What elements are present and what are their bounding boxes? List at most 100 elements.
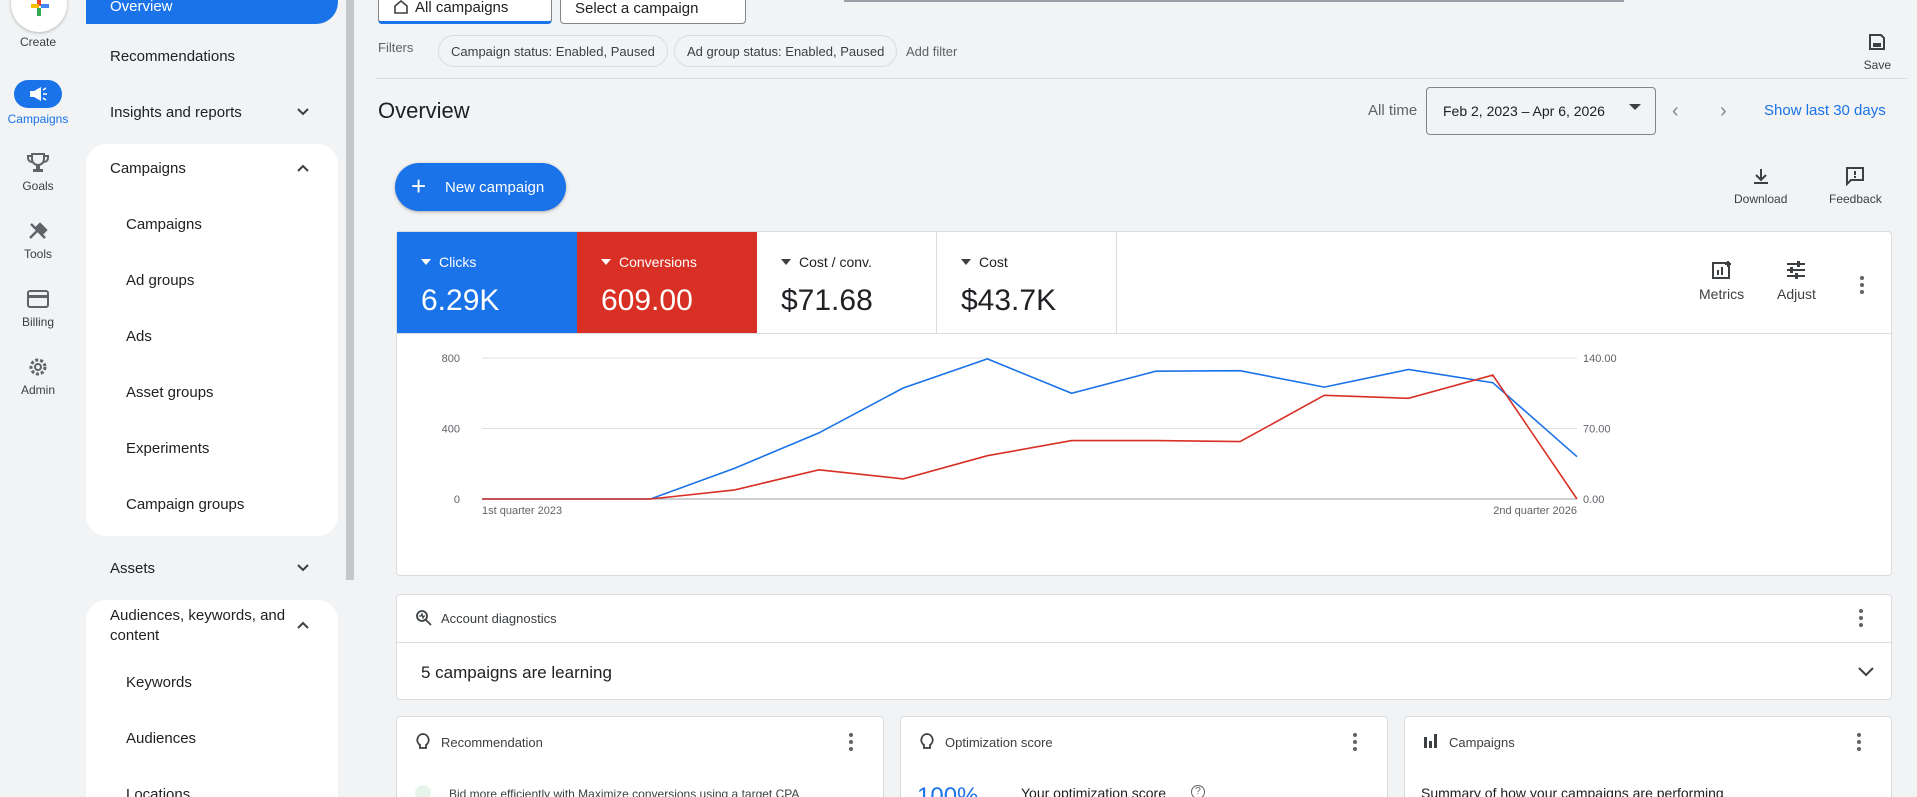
metrics-icon — [1711, 261, 1731, 279]
metrics-button[interactable]: Metrics — [1699, 260, 1744, 302]
page-title: Overview — [378, 98, 470, 123]
lightbulb-icon — [416, 733, 430, 749]
nav-item-audiences[interactable]: Audiences — [86, 726, 338, 750]
chevron-down-icon — [297, 108, 309, 116]
rail-item-admin[interactable]: Admin — [0, 356, 76, 397]
rail-item-campaigns[interactable]: Campaigns — [0, 80, 76, 126]
recommendation-card: Recommendation Bid more efficiently with… — [396, 716, 884, 797]
nav-item-campaigns[interactable]: Campaigns — [86, 212, 338, 236]
x-tick-label: 1st quarter 2023 — [482, 505, 562, 517]
chevron-up-icon — [297, 164, 309, 172]
rail-item-billing[interactable]: Billing — [0, 288, 76, 329]
y-tick-label-right: 140.00 — [1583, 353, 1617, 365]
nav-item-campaign-groups[interactable]: Campaign groups — [86, 492, 338, 516]
rail-item-label: Campaigns — [7, 112, 69, 126]
scorecard-conversions[interactable]: Conversions 609.00 — [577, 232, 757, 333]
tune-icon — [1787, 261, 1806, 279]
nav-item-assets[interactable]: Assets — [86, 556, 338, 580]
scorecard-cost[interactable]: Cost $43.7K — [937, 232, 1117, 333]
optimization-score-card: Optimization score 100% Your optimizatio… — [900, 716, 1388, 797]
nav-item-ad-groups[interactable]: Ad groups — [86, 268, 338, 292]
account-diagnostics-card: Account diagnostics 5 campaigns are lear… — [396, 594, 1892, 700]
more-options-icon[interactable] — [1353, 733, 1357, 754]
rail-item-goals[interactable]: Goals — [0, 152, 76, 193]
dropdown-arrow-icon — [601, 259, 611, 265]
recommendation-text[interactable]: Bid more efficiently with Maximize conve… — [449, 787, 799, 797]
scorecard-clicks[interactable]: Clicks 6.29K — [397, 232, 577, 333]
show-last-30-days-link[interactable]: Show last 30 days — [1764, 102, 1886, 119]
plus-icon — [31, 0, 49, 16]
y-tick-label-right: 70.00 — [1583, 424, 1611, 436]
card-title: Recommendation — [441, 735, 543, 750]
feedback-button[interactable]: Feedback — [1829, 166, 1882, 206]
home-icon — [394, 0, 408, 14]
series-line-conversions — [482, 374, 1578, 500]
create-label[interactable]: Create — [0, 35, 76, 49]
y-tick-label-right: 0.00 — [1583, 494, 1604, 506]
plus-icon: + — [411, 171, 427, 201]
trend-icon — [415, 785, 431, 797]
y-tick-label-left: 400 — [442, 424, 460, 436]
all-campaigns-dropdown[interactable]: All campaigns — [378, 0, 552, 24]
more-options-icon[interactable] — [1857, 733, 1861, 754]
credit-card-icon — [27, 290, 49, 308]
nav-item-ads[interactable]: Ads — [86, 324, 338, 348]
filter-chip-ad-group-status[interactable]: Ad group status: Enabled, Paused — [674, 35, 898, 67]
new-campaign-button[interactable]: + New campaign — [395, 163, 566, 211]
more-options-icon[interactable] — [1860, 276, 1864, 297]
create-button[interactable] — [11, 0, 67, 32]
save-button[interactable]: Save — [1864, 32, 1891, 72]
download-button[interactable]: Download — [1734, 166, 1787, 206]
previous-period-button[interactable]: ‹ — [1672, 100, 1679, 123]
add-filter-button[interactable]: Add filter — [906, 44, 957, 59]
nav-item-keywords[interactable]: Keywords — [86, 670, 338, 694]
chevron-right-icon: › — [1720, 100, 1727, 122]
y-tick-label-left: 800 — [442, 353, 460, 365]
chevron-down-icon[interactable] — [1857, 665, 1875, 679]
rail-item-tools[interactable]: Tools — [0, 220, 76, 261]
download-icon — [1753, 169, 1768, 184]
gear-icon — [29, 358, 47, 376]
trophy-icon — [27, 153, 49, 172]
save-icon — [1869, 34, 1886, 50]
nav-group-header-campaigns[interactable]: Campaigns — [86, 156, 338, 180]
nav-group-header-audiences[interactable]: Audiences, keywords, and content — [86, 606, 286, 646]
campaigns-icon — [30, 87, 47, 101]
more-options-icon[interactable] — [1859, 609, 1863, 630]
help-icon[interactable]: ? — [1191, 785, 1205, 797]
dropdown-arrow-icon — [421, 259, 431, 265]
rail-item-label: Goals — [22, 179, 54, 193]
nav-item-overview[interactable]: Overview — [86, 0, 338, 24]
nav-group-audiences: Audiences, keywords, and content Keyword… — [86, 600, 338, 797]
lightbulb-icon — [920, 733, 934, 749]
adjust-button[interactable]: Adjust — [1777, 260, 1816, 302]
date-range-label: All time — [1368, 102, 1418, 119]
chevron-left-icon: ‹ — [1672, 100, 1679, 122]
card-title: Account diagnostics — [441, 611, 557, 626]
date-range-dropdown[interactable]: Feb 2, 2023 – Apr 6, 2026 — [1426, 87, 1656, 135]
nav-item-recommendations[interactable]: Recommendations — [86, 44, 338, 68]
tools-icon — [29, 222, 48, 239]
rail-item-label: Billing — [21, 315, 54, 329]
nav-item-experiments[interactable]: Experiments — [86, 436, 338, 460]
nav-scrollbar[interactable] — [346, 0, 354, 580]
main-content: All campaigns Select a campaign Filters … — [354, 0, 1917, 797]
diagnostics-message[interactable]: 5 campaigns are learning — [421, 663, 612, 683]
scorecard-cost-per-conv[interactable]: Cost / conv. $71.68 — [757, 232, 937, 333]
nav-item-locations[interactable]: Locations — [86, 782, 338, 797]
nav-item-insights-and-reports[interactable]: Insights and reports — [86, 100, 338, 124]
optimization-score-value: 100% — [917, 783, 979, 797]
more-options-icon[interactable] — [849, 733, 853, 754]
next-period-button[interactable]: › — [1720, 100, 1727, 123]
card-title: Optimization score — [945, 735, 1053, 750]
select-campaign-dropdown[interactable]: Select a campaign — [560, 0, 746, 24]
dropdown-arrow-icon — [781, 259, 791, 265]
nav-item-asset-groups[interactable]: Asset groups — [86, 380, 338, 404]
campaigns-summary-card: Campaigns Summary of how your campaigns … — [1404, 716, 1892, 797]
x-tick-label: 2nd quarter 2026 — [1493, 505, 1577, 517]
filter-chip-campaign-status[interactable]: Campaign status: Enabled, Paused — [438, 35, 668, 67]
feedback-icon — [1846, 167, 1865, 186]
performance-panel: Clicks 6.29K Conversions 609.00 Cost / c… — [396, 231, 1892, 576]
rail-item-label: Admin — [20, 383, 55, 397]
card-title: Campaigns — [1449, 735, 1515, 750]
